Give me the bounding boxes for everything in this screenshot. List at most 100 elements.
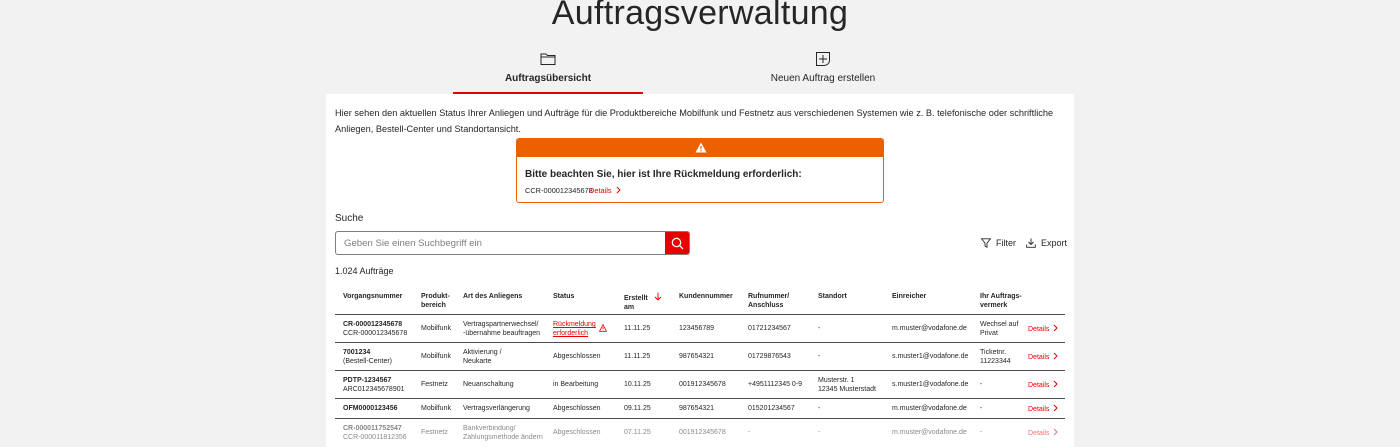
header-status[interactable]: Status [553, 292, 574, 301]
chevron-right-icon [616, 186, 621, 194]
feedback-alert: Bitte beachten Sie, hier ist Ihre Rückme… [516, 138, 884, 203]
cell-kundennummer: 987654321 [679, 405, 715, 412]
cell-vermerk: Ticketnr. 11223344 [980, 349, 1011, 365]
tab-neuen-auftrag[interactable]: Neuen Auftrag erstellen [733, 48, 913, 94]
cell-art: Vertragsverlängerung [463, 405, 530, 412]
cell-erstellt: 09.11.25 [624, 405, 651, 412]
tab-label: Auftragsübersicht [504, 73, 592, 84]
cell-vermerk: - [980, 381, 983, 388]
table-row: PDTP-1234567 ARC012345678901 Festnetz Neu… [335, 371, 1065, 399]
table-header: Vorgangsnummer Produkt-bereich Art des A… [335, 285, 1065, 315]
warning-icon [695, 142, 707, 153]
cell-rufnummer: 01729876543 [748, 353, 791, 360]
orders-table: Vorgangsnummer Produkt-bereich Art des A… [335, 285, 1065, 447]
filter-label: Filter [996, 238, 1016, 248]
alert-details-link[interactable]: Details [589, 186, 621, 195]
cell-art: Aktivierung / Neukarte [463, 349, 502, 365]
sort-arrow-down-icon [654, 292, 662, 301]
cell-einreicher: m.muster@vodafone.de [892, 429, 967, 436]
header-standort[interactable]: Standort [818, 292, 847, 301]
cell-produkt: Festnetz [421, 381, 448, 388]
download-icon [1026, 238, 1036, 248]
cell-vermerk: - [980, 429, 983, 436]
intro-text: Hier sehen den aktuellen Status Ihrer An… [335, 108, 1054, 134]
search-box [335, 231, 690, 255]
cell-vorgangsnummer: 7001234 (Bestell-Center) [343, 349, 393, 365]
cell-rufnummer: +4951112345 0-9 [748, 381, 803, 388]
header-vermerk[interactable]: Ihr Auftrags-vermerk [980, 292, 1022, 310]
table-row: CR-000012345678 CCR-000012345678 Mobilfun… [335, 315, 1065, 343]
cell-einreicher: s.muster1@vodafone.de [892, 353, 969, 360]
chevron-right-icon [1054, 324, 1059, 332]
cell-rufnummer: 01721234567 [748, 325, 791, 332]
alert-reference: CCR-000012345678 [525, 186, 593, 195]
export-button[interactable]: Export [1026, 238, 1067, 248]
cell-produkt: Mobilfunk [421, 405, 451, 412]
cell-standort: - [818, 429, 821, 436]
cell-produkt: Mobilfunk [421, 353, 451, 360]
header-kundennummer[interactable]: Kundennummer [679, 292, 733, 301]
page-title: Auftragsverwaltung [551, 0, 849, 32]
alert-header [517, 139, 883, 157]
alert-details-label: Details [589, 186, 612, 195]
header-produktbereich[interactable]: Produkt-bereich [421, 292, 450, 310]
tab-auftragsuebersicht[interactable]: Auftragsübersicht [453, 48, 643, 94]
cell-kundennummer: 987654321 [679, 353, 715, 360]
cell-art: Vertragspartnerwechsel/-übernahme beauft… [463, 321, 541, 337]
header-rufnummer[interactable]: Rufnummer/Anschluss [748, 292, 789, 310]
table-row: CR-000011752547 CCR-000011812356 Festnetz… [335, 419, 1065, 447]
table-row: OFM0000123456 Mobilfunk Vertragsverlänge… [335, 399, 1065, 419]
status-link-rueckmeldung[interactable]: Rückmeldung erforderlich [553, 320, 596, 338]
cell-erstellt: 10.11.25 [624, 381, 651, 388]
export-label: Export [1041, 238, 1068, 248]
folder-icon [540, 53, 556, 65]
search-input[interactable] [336, 232, 666, 254]
warning-icon [599, 324, 607, 332]
cell-einreicher: m.muster@vodafone.de [892, 405, 967, 412]
chevron-right-icon [1054, 380, 1059, 388]
cell-standort: Musterstr. 1 12345 Musterstadt [818, 377, 876, 393]
cell-status: Abgeschlossen [553, 429, 601, 436]
search-button[interactable] [665, 232, 689, 254]
header-vorgangsnummer[interactable]: Vorgangsnummer [343, 292, 402, 301]
header-art[interactable]: Art des Anliegens [463, 292, 522, 301]
tab-label: Neuen Auftrag erstellen [770, 73, 876, 84]
cell-kundennummer: 001912345678 [679, 381, 726, 388]
cell-erstellt: 07.11.25 [624, 429, 651, 436]
row-details-link[interactable]: Details [1028, 352, 1059, 361]
row-details-link[interactable]: Details [1028, 404, 1059, 413]
cell-erstellt: 11.11.25 [624, 325, 651, 332]
header-einreicher[interactable]: Einreicher [892, 292, 926, 301]
header-erstellt[interactable]: Erstellt am [624, 292, 662, 312]
add-document-icon [816, 52, 830, 66]
search-icon [671, 237, 683, 249]
cell-einreicher: s.muster1@vodafone.de [892, 381, 969, 388]
alert-title: Bitte beachten Sie, hier ist Ihre Rückme… [525, 169, 802, 180]
cell-kundennummer: 123456789 [679, 325, 715, 332]
cell-standort: - [818, 353, 821, 360]
cell-rufnummer: - [748, 429, 751, 436]
table-row: 7001234 (Bestell-Center) Mobilfunk Aktivi… [335, 343, 1065, 371]
chevron-right-icon [1054, 428, 1059, 436]
cell-art: Neuanschaltung [463, 381, 514, 388]
cell-einreicher: m.muster@vodafone.de [892, 325, 967, 332]
chevron-right-icon [1054, 352, 1059, 360]
cell-standort: - [818, 325, 821, 332]
cell-status: in Bearbeitung [553, 381, 599, 388]
row-details-link[interactable]: Details [1028, 380, 1059, 389]
cell-vermerk: - [980, 405, 983, 412]
cell-status: Abgeschlossen [553, 353, 601, 360]
cell-status: Abgeschlossen [553, 405, 601, 412]
cell-vermerk: Wechsel auf Privat [980, 321, 1019, 337]
cell-rufnummer: 015201234567 [748, 405, 795, 412]
row-details-link[interactable]: Details [1028, 324, 1059, 333]
results-count: 1.024 Aufträge [335, 266, 394, 276]
content-card: Hier sehen den aktuellen Status Ihrer An… [326, 94, 1074, 447]
cell-erstellt: 11.11.25 [624, 353, 651, 360]
cell-kundennummer: 001912345678 [679, 429, 726, 436]
chevron-right-icon [1054, 404, 1059, 412]
row-details-link[interactable]: Details [1028, 428, 1059, 437]
cell-standort: - [818, 405, 821, 412]
cell-vorgangsnummer: CR-000012345678 CCR-000012345678 [343, 321, 408, 337]
filter-button[interactable]: Filter [981, 238, 1016, 248]
